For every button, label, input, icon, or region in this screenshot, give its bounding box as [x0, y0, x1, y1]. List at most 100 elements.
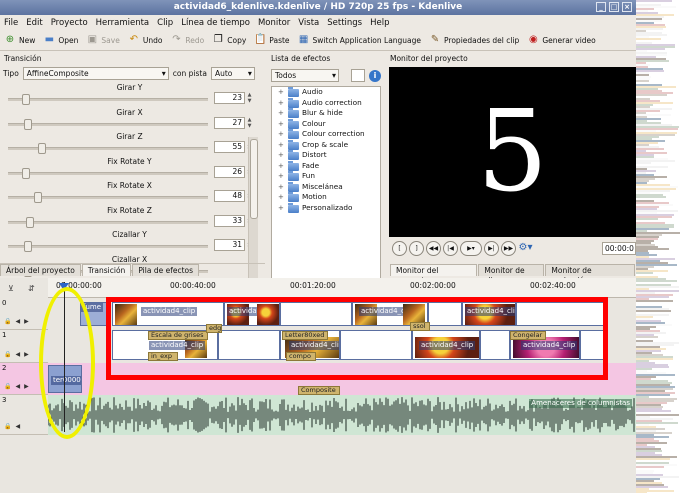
param-slider-thumb[interactable] — [26, 216, 34, 228]
param-slider-thumb[interactable] — [24, 241, 32, 252]
effect-category-item[interactable]: + Colour correction — [272, 129, 380, 140]
param-spinbox[interactable]: 26 — [214, 165, 245, 178]
undo-button[interactable]: ↶ Undo — [124, 31, 167, 50]
save-button[interactable]: ▣ Save — [82, 31, 123, 50]
param-slider-track[interactable] — [8, 220, 208, 224]
expand-icon[interactable]: + — [278, 161, 284, 172]
param-slider-thumb[interactable] — [34, 192, 42, 203]
menu-proyecto[interactable]: Proyecto — [47, 18, 92, 28]
effect-category-item[interactable]: + Fun — [272, 171, 380, 182]
effect-category-item[interactable]: + Fade — [272, 160, 380, 172]
param-spinbox[interactable]: 48 — [214, 190, 245, 202]
expand-icon[interactable]: + — [278, 192, 284, 203]
previous-frame-icon[interactable]: |◀ — [443, 241, 458, 256]
effect-category-item[interactable]: + Personalizado — [272, 202, 380, 214]
menu-help[interactable]: Help — [366, 18, 393, 28]
maximize-button[interactable]: □ — [609, 2, 619, 12]
param-spinbox[interactable]: 55 — [214, 141, 245, 153]
tab-clip-monitor[interactable]: Monitor de clip — [478, 264, 545, 285]
expand-icon[interactable]: + — [278, 108, 284, 119]
transition-type-select[interactable]: AffineComposite — [22, 67, 169, 80]
track-select[interactable]: Auto — [210, 67, 255, 80]
tab-transition[interactable]: Transición — [81, 264, 132, 276]
param-slider-thumb[interactable] — [38, 143, 46, 154]
param-slider-thumb[interactable] — [24, 118, 32, 130]
rewind-icon[interactable]: ◀◀ — [426, 241, 441, 256]
switch-language-button[interactable]: ▦ Switch Application Language — [294, 31, 425, 50]
effect-category-item[interactable]: + Audio correction — [272, 97, 380, 109]
effect-category-item[interactable]: + Miscelánea — [272, 181, 380, 193]
paste-icon: 📋 — [254, 34, 267, 45]
copy-button[interactable]: ❐ Copy — [208, 31, 250, 50]
set-zone-end-button[interactable]: ] — [409, 241, 424, 256]
tab-project-monitor[interactable]: Monitor del proyecto — [390, 264, 478, 285]
expand-icon[interactable]: + — [278, 119, 284, 130]
render-button[interactable]: ◉ Generar video — [523, 31, 599, 50]
tab-record-monitor[interactable]: Monitor de grabación — [545, 264, 635, 285]
new-button[interactable]: ⊕ New — [0, 31, 39, 50]
paste-button[interactable]: 📋 Paste — [250, 31, 293, 50]
param-slider-track[interactable] — [8, 98, 208, 101]
effect-category-item[interactable]: + Motion — [272, 192, 380, 203]
track-toggle-icon[interactable]: ⇵ — [28, 284, 35, 293]
effect-category-item[interactable]: + Crop & scale — [272, 139, 380, 151]
expand-icon[interactable]: + — [278, 129, 284, 140]
expand-icon[interactable]: + — [278, 140, 284, 151]
menu-linea-de-tiempo[interactable]: Línea de tiempo — [177, 18, 254, 28]
expand-icon[interactable]: + — [278, 182, 284, 193]
expand-icon[interactable]: + — [278, 203, 284, 214]
next-frame-icon[interactable]: ▶| — [484, 241, 499, 256]
tab-effect-stack[interactable]: Pila de efectos — [132, 264, 200, 276]
menu-settings[interactable]: Settings — [323, 18, 366, 28]
folder-icon — [288, 108, 299, 118]
effects-search-box[interactable] — [351, 69, 365, 82]
track-lock-mute-icons[interactable]: 🔒◀▶ — [4, 318, 33, 325]
track-lock-mute-icons[interactable]: 🔒◀▶ — [4, 351, 33, 358]
open-button[interactable]: ▬ Open — [39, 31, 82, 50]
effects-filter-select[interactable]: Todos — [271, 69, 339, 82]
timeline-ruler[interactable]: 00:00:00:00 00:00:40:00 00:01:20:00 00:0… — [48, 278, 636, 298]
minimize-button[interactable]: _ — [596, 2, 606, 12]
menu-edit[interactable]: Edit — [22, 18, 46, 28]
effect-category-item[interactable]: + Distort — [272, 150, 380, 161]
param-slider-track[interactable] — [8, 171, 208, 175]
effect-category-item[interactable]: + Blur & hide — [272, 108, 380, 119]
menu-file[interactable]: File — [0, 18, 22, 28]
menu-monitor[interactable]: Monitor — [254, 18, 294, 28]
track-lock-mute-icons[interactable]: 🔒◀▶ — [4, 383, 33, 390]
monitor-settings-icon[interactable]: ⚙▾ — [518, 241, 533, 256]
param-spinbox[interactable]: 27 — [214, 116, 245, 129]
menu-vista[interactable]: Vista — [294, 18, 323, 28]
monitor-timecode[interactable]: 00:00:0 — [602, 242, 636, 255]
expand-icon[interactable]: + — [278, 171, 284, 182]
menu-herramienta[interactable]: Herramienta — [92, 18, 153, 28]
param-spinbox[interactable]: 23 — [214, 92, 245, 104]
forward-icon[interactable]: ▶▶ — [501, 241, 516, 256]
tab-project-tree[interactable]: Árbol del proyecto — [0, 264, 81, 276]
play-button[interactable]: ▶▾ — [460, 241, 482, 256]
spin-arrows-icon[interactable]: ▲▼ — [246, 117, 253, 129]
expand-icon[interactable]: + — [278, 150, 284, 161]
monitor-screen[interactable]: 5 — [389, 67, 636, 237]
track-lock-mute-icons[interactable]: 🔒◀ — [4, 423, 24, 430]
expand-icon[interactable]: + — [278, 87, 284, 98]
param-spinbox[interactable]: 31 — [214, 239, 245, 251]
param-slider-track[interactable] — [8, 122, 208, 126]
param-slider-track[interactable] — [8, 245, 208, 248]
effect-category-item[interactable]: + Colour — [272, 118, 380, 130]
set-zone-start-button[interactable]: [ — [392, 241, 407, 256]
close-button[interactable]: × — [622, 2, 632, 12]
scrollbar-thumb[interactable] — [250, 139, 258, 219]
expand-icon[interactable]: + — [278, 98, 284, 109]
transition-clip[interactable]: Composite — [298, 386, 340, 395]
param-slider-thumb[interactable] — [22, 94, 30, 105]
menu-clip[interactable]: Clip — [153, 18, 177, 28]
spin-arrows-icon[interactable]: ▲▼ — [246, 92, 253, 104]
effect-category-item[interactable]: + Audio — [272, 87, 380, 98]
redo-button[interactable]: ↷ Redo — [166, 31, 208, 50]
zoom-icon[interactable]: ⊻ — [8, 284, 14, 293]
param-spinbox[interactable]: 33 — [214, 214, 245, 227]
param-slider-thumb[interactable] — [22, 167, 30, 179]
clip-properties-button[interactable]: ✎ Propiedades del clip — [425, 31, 523, 50]
info-icon[interactable]: i — [369, 69, 381, 82]
